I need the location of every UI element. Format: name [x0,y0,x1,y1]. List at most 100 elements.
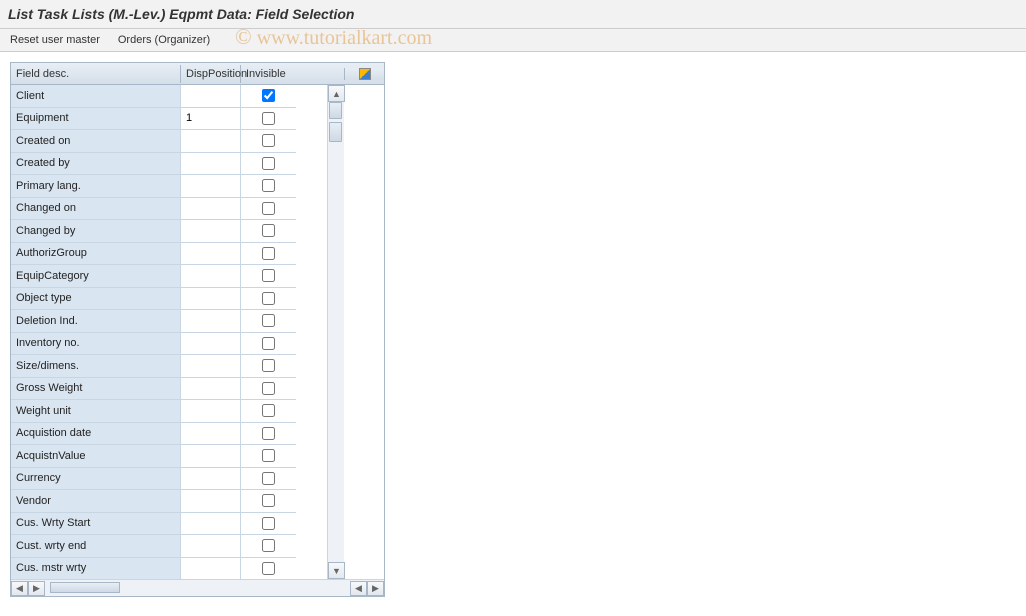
invisible-checkbox[interactable] [262,517,275,530]
invisible-cell [241,243,296,265]
table-row: Created on [11,130,296,153]
scroll-left-end-icon[interactable]: ◀ [350,581,367,596]
disp-position-cell[interactable] [181,85,241,107]
disp-position-cell[interactable] [181,243,241,265]
invisible-checkbox[interactable] [262,247,275,260]
table-row: Changed by [11,220,296,243]
disp-position-cell[interactable] [181,333,241,355]
field-selection-table: Field desc. DispPosition Invisible Clien… [10,62,385,597]
invisible-cell [241,490,296,512]
disp-position-cell[interactable] [181,355,241,377]
invisible-checkbox[interactable] [262,337,275,350]
invisible-checkbox[interactable] [262,314,275,327]
field-desc-cell[interactable]: Inventory no. [11,333,181,355]
scroll-right-arrow-icon[interactable]: ▶ [367,581,384,596]
field-desc-cell[interactable]: Vendor [11,490,181,512]
table-body: ClientEquipment1Created onCreated byPrim… [11,85,296,579]
table-config-button[interactable] [344,68,384,80]
invisible-checkbox[interactable] [262,269,275,282]
field-desc-cell[interactable]: Currency [11,468,181,490]
invisible-checkbox[interactable] [262,89,275,102]
invisible-checkbox[interactable] [262,404,275,417]
scroll-left-arrow-icon[interactable]: ◀ [11,581,28,596]
disp-position-cell[interactable] [181,423,241,445]
disp-position-cell[interactable] [181,445,241,467]
disp-position-cell[interactable] [181,153,241,175]
vertical-scroll-thumb[interactable] [329,102,342,119]
horizontal-scrollbar[interactable]: ◀ ▶ ◀ ▶ [11,579,384,596]
disp-position-cell[interactable] [181,468,241,490]
field-desc-cell[interactable]: Size/dimens. [11,355,181,377]
col-header-invisible[interactable]: Invisible [241,65,296,83]
table-row: AuthorizGroup [11,243,296,266]
invisible-cell [241,423,296,445]
invisible-checkbox[interactable] [262,202,275,215]
disp-position-cell[interactable] [181,288,241,310]
disp-position-cell[interactable]: 1 [181,108,241,130]
invisible-checkbox[interactable] [262,539,275,552]
invisible-checkbox[interactable] [262,292,275,305]
orders-organizer-button[interactable]: Orders (Organizer) [118,34,210,46]
disp-position-cell[interactable] [181,198,241,220]
disp-position-cell[interactable] [181,400,241,422]
field-desc-cell[interactable]: Deletion Ind. [11,310,181,332]
field-desc-cell[interactable]: Equipment [11,108,181,130]
disp-position-cell[interactable] [181,220,241,242]
table-row: Inventory no. [11,333,296,356]
table-row: Object type [11,288,296,311]
invisible-checkbox[interactable] [262,382,275,395]
col-header-disp-position[interactable]: DispPosition [181,65,241,83]
scroll-up-arrow-icon[interactable]: ▲ [328,85,345,102]
field-desc-cell[interactable]: Cus. Wrty Start [11,513,181,535]
field-desc-cell[interactable]: Created by [11,153,181,175]
field-desc-cell[interactable]: Changed by [11,220,181,242]
field-desc-cell[interactable]: AcquistnValue [11,445,181,467]
field-desc-cell[interactable]: Acquistion date [11,423,181,445]
col-header-field-desc[interactable]: Field desc. [11,65,181,83]
field-desc-cell[interactable]: Cus. mstr wrty [11,558,181,580]
invisible-cell [241,400,296,422]
scroll-down-arrow-icon[interactable]: ▼ [328,562,345,579]
vertical-scrollbar[interactable]: ▲ ▼ [327,85,344,579]
invisible-checkbox[interactable] [262,427,275,440]
table-row: Gross Weight [11,378,296,401]
reset-user-master-button[interactable]: Reset user master [10,34,100,46]
invisible-checkbox[interactable] [262,359,275,372]
invisible-checkbox[interactable] [262,449,275,462]
field-desc-cell[interactable]: EquipCategory [11,265,181,287]
field-desc-cell[interactable]: Primary lang. [11,175,181,197]
field-desc-cell[interactable]: Gross Weight [11,378,181,400]
disp-position-cell[interactable] [181,130,241,152]
field-desc-cell[interactable]: Cust. wrty end [11,535,181,557]
invisible-checkbox[interactable] [262,494,275,507]
field-desc-cell[interactable]: AuthorizGroup [11,243,181,265]
disp-position-cell[interactable] [181,535,241,557]
table-row: Changed on [11,198,296,221]
invisible-checkbox[interactable] [262,179,275,192]
invisible-cell [241,558,296,580]
invisible-checkbox[interactable] [262,157,275,170]
horizontal-scroll-thumb[interactable] [50,582,120,593]
vertical-scroll-thumb-secondary[interactable] [329,122,342,142]
invisible-checkbox[interactable] [262,112,275,125]
disp-position-cell[interactable] [181,175,241,197]
disp-position-cell[interactable] [181,378,241,400]
vertical-scroll-track[interactable] [328,102,344,562]
invisible-checkbox[interactable] [262,224,275,237]
invisible-checkbox[interactable] [262,562,275,575]
invisible-checkbox[interactable] [262,134,275,147]
field-desc-cell[interactable]: Object type [11,288,181,310]
field-desc-cell[interactable]: Created on [11,130,181,152]
disp-position-cell[interactable] [181,265,241,287]
field-desc-cell[interactable]: Client [11,85,181,107]
horizontal-scroll-track[interactable] [45,581,350,596]
field-desc-cell[interactable]: Changed on [11,198,181,220]
disp-position-cell[interactable] [181,513,241,535]
disp-position-cell[interactable] [181,490,241,512]
invisible-checkbox[interactable] [262,472,275,485]
scroll-right-step-icon[interactable]: ▶ [28,581,45,596]
disp-position-cell[interactable] [181,558,241,580]
field-desc-cell[interactable]: Weight unit [11,400,181,422]
table-row: Client [11,85,296,108]
disp-position-cell[interactable] [181,310,241,332]
